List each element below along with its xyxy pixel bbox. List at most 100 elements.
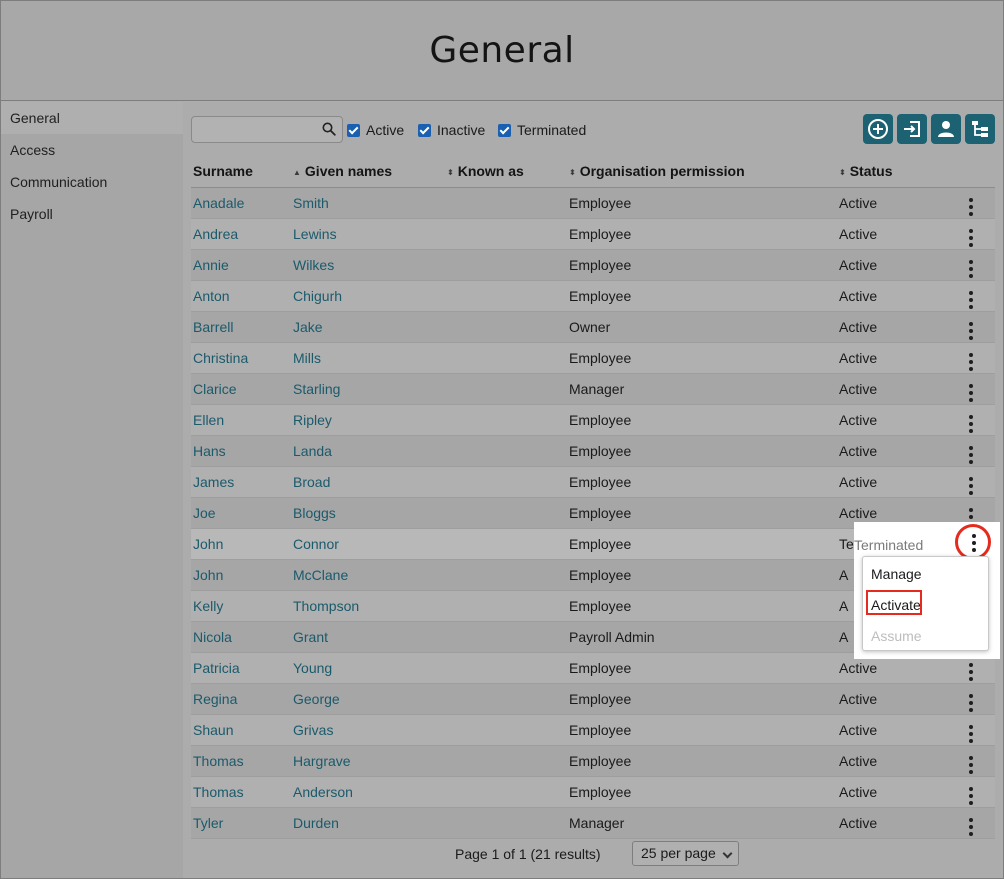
checkbox-checked-icon[interactable] [498, 123, 511, 137]
kebab-menu-icon[interactable] [969, 198, 973, 216]
table-row[interactable]: Thomas Anderson Employee Active [191, 776, 995, 808]
checkbox-checked-icon[interactable] [347, 123, 360, 137]
import-button[interactable] [897, 114, 927, 144]
given-names-cell[interactable]: Durden [293, 815, 339, 831]
surname-cell[interactable]: Christina [193, 350, 248, 366]
surname-cell[interactable]: Kelly [193, 598, 223, 614]
given-names-cell[interactable]: Anderson [293, 784, 353, 800]
surname-cell[interactable]: Barrell [193, 319, 233, 335]
col-permission[interactable]: ⬍ Organisation permission [567, 156, 837, 188]
table-row[interactable]: Ellen Ripley Employee Active [191, 404, 995, 436]
given-names-cell[interactable]: Chigurh [293, 288, 342, 304]
table-row[interactable]: Thomas Hargrave Employee Active [191, 745, 995, 777]
given-names-cell[interactable]: Grant [293, 629, 328, 645]
given-names-cell[interactable]: Connor [293, 536, 339, 552]
checkbox-checked-icon[interactable] [418, 123, 431, 137]
search-icon[interactable] [322, 122, 336, 136]
table-row[interactable]: Christina Mills Employee Active [191, 342, 995, 374]
surname-cell[interactable]: Tyler [193, 815, 223, 831]
table-row[interactable]: Regina George Employee Active [191, 683, 995, 715]
kebab-menu-icon[interactable] [969, 353, 973, 371]
kebab-menu-icon[interactable] [969, 384, 973, 402]
surname-cell[interactable]: Anadale [193, 195, 244, 211]
sidebar-item-communication[interactable]: Communication [1, 166, 183, 198]
given-names-cell[interactable]: Young [293, 660, 332, 676]
surname-cell[interactable]: Thomas [193, 784, 244, 800]
col-status[interactable]: ⬍ Status [837, 156, 955, 188]
table-row[interactable]: Shaun Grivas Employee Active [191, 714, 995, 746]
kebab-menu-icon[interactable] [969, 446, 973, 464]
kebab-menu-icon[interactable] [972, 534, 976, 555]
surname-cell[interactable]: Annie [193, 257, 229, 273]
search-input[interactable] [191, 116, 343, 143]
given-names-cell[interactable]: Mills [293, 350, 321, 366]
kebab-menu-icon[interactable] [969, 415, 973, 433]
permission-cell: Employee [569, 225, 632, 242]
surname-cell[interactable]: John [193, 536, 223, 552]
surname-cell[interactable]: Andrea [193, 226, 238, 242]
filter-terminated-checkbox[interactable]: Terminated [498, 122, 586, 138]
given-names-cell[interactable]: Hargrave [293, 753, 351, 769]
sidebar-item-access[interactable]: Access [1, 134, 183, 166]
kebab-menu-icon[interactable] [969, 694, 973, 712]
table-row[interactable]: Anton Chigurh Employee Active [191, 280, 995, 312]
given-names-cell[interactable]: Bloggs [293, 505, 336, 521]
given-names-cell[interactable]: Starling [293, 381, 340, 397]
filter-inactive-checkbox[interactable]: Inactive [418, 122, 485, 138]
status-cell: Active [839, 690, 878, 707]
kebab-menu-icon[interactable] [969, 663, 973, 681]
given-names-cell[interactable]: McClane [293, 567, 348, 583]
sidebar-item-general[interactable]: General [1, 102, 183, 134]
kebab-menu-icon[interactable] [969, 787, 973, 805]
kebab-menu-icon[interactable] [969, 291, 973, 309]
surname-cell[interactable]: Joe [193, 505, 216, 521]
org-tree-button[interactable] [965, 114, 995, 144]
given-names-cell[interactable]: Smith [293, 195, 329, 211]
sidebar-item-payroll[interactable]: Payroll [1, 198, 183, 230]
col-known-as[interactable]: ⬍ Known as [445, 156, 567, 188]
given-names-cell[interactable]: Jake [293, 319, 323, 335]
given-names-cell[interactable]: Ripley [293, 412, 332, 428]
surname-cell[interactable]: Clarice [193, 381, 237, 397]
kebab-menu-icon[interactable] [969, 229, 973, 247]
surname-cell[interactable]: Nicola [193, 629, 232, 645]
kebab-menu-icon[interactable] [969, 477, 973, 495]
filter-active-checkbox[interactable]: Active [347, 122, 404, 138]
table-row[interactable]: Tyler Durden Manager Active [191, 807, 995, 839]
given-names-cell[interactable]: Lewins [293, 226, 337, 242]
table-row[interactable]: Hans Landa Employee Active [191, 435, 995, 467]
surname-cell[interactable]: Regina [193, 691, 237, 707]
table-row[interactable]: Barrell Jake Owner Active [191, 311, 995, 343]
col-given-names[interactable]: ▲ Given names [291, 156, 445, 188]
given-names-cell[interactable]: Landa [293, 443, 332, 459]
given-names-cell[interactable]: Wilkes [293, 257, 334, 273]
kebab-menu-icon[interactable] [969, 322, 973, 340]
kebab-menu-icon[interactable] [969, 725, 973, 743]
menu-item-manage[interactable]: Manage [871, 566, 922, 582]
per-page-select[interactable]: 25 per page [632, 841, 739, 866]
add-button[interactable] [863, 114, 893, 144]
person-button[interactable] [931, 114, 961, 144]
surname-cell[interactable]: John [193, 567, 223, 583]
table-row[interactable]: Annie Wilkes Employee Active [191, 249, 995, 281]
permission-cell: Employee [569, 597, 632, 614]
kebab-menu-icon[interactable] [969, 756, 973, 774]
surname-cell[interactable]: Patricia [193, 660, 240, 676]
given-names-cell[interactable]: Grivas [293, 722, 333, 738]
given-names-cell[interactable]: Thompson [293, 598, 359, 614]
col-surname[interactable]: Surname [191, 156, 291, 188]
kebab-menu-icon[interactable] [969, 260, 973, 278]
table-row[interactable]: Anadale Smith Employee Active [191, 187, 995, 219]
surname-cell[interactable]: James [193, 474, 234, 490]
given-names-cell[interactable]: Broad [293, 474, 330, 490]
surname-cell[interactable]: Hans [193, 443, 226, 459]
surname-cell[interactable]: Thomas [193, 753, 244, 769]
kebab-menu-icon[interactable] [969, 818, 973, 836]
table-row[interactable]: James Broad Employee Active [191, 466, 995, 498]
given-names-cell[interactable]: George [293, 691, 340, 707]
table-row[interactable]: Clarice Starling Manager Active [191, 373, 995, 405]
table-row[interactable]: Andrea Lewins Employee Active [191, 218, 995, 250]
surname-cell[interactable]: Ellen [193, 412, 224, 428]
surname-cell[interactable]: Anton [193, 288, 230, 304]
surname-cell[interactable]: Shaun [193, 722, 233, 738]
